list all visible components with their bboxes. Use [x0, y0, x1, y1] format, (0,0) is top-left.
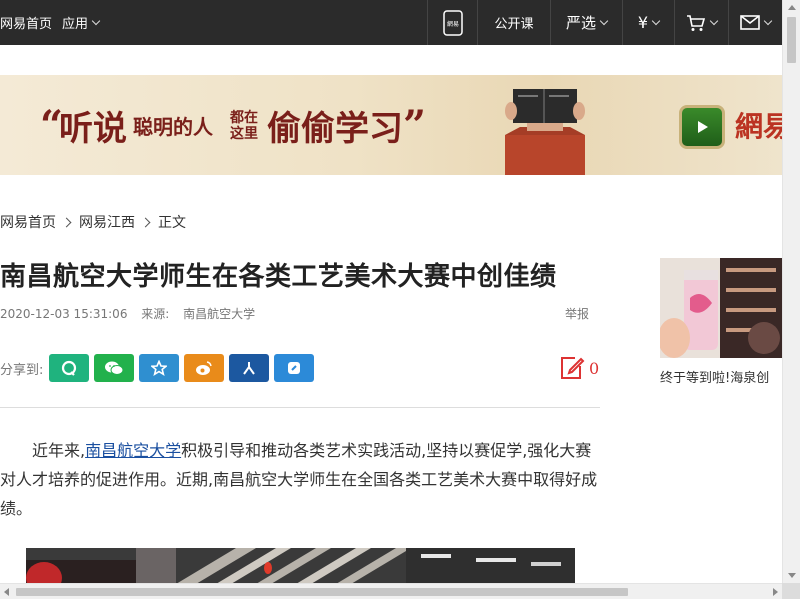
- source-label: 来源:: [141, 307, 170, 321]
- cart-menu[interactable]: [674, 0, 728, 45]
- top-nav-bar: 网易首页 应用 網易 公开课 严选 ¥: [0, 0, 785, 45]
- share-favorite-button[interactable]: [139, 354, 180, 382]
- reading-person-image: [505, 89, 585, 175]
- report-link[interactable]: 举报: [565, 305, 589, 322]
- article-meta: 2020-12-03 15:31:06 来源: 南昌航空大学: [0, 305, 255, 322]
- slogan-word-2: 聪明的人: [133, 115, 214, 139]
- source-name[interactable]: 南昌航空大学: [183, 307, 255, 321]
- close-quote: ”: [403, 102, 426, 149]
- breadcrumb-item-current: 正文: [158, 215, 186, 231]
- article-paragraph: 近年来,南昌航空大学积极引导和推动各类艺术实践活动,坚持以赛促学,强化大赛对人才…: [0, 436, 604, 523]
- share-renren-button[interactable]: [229, 354, 270, 382]
- article-photo: [26, 548, 575, 584]
- side-recommend-image[interactable]: [660, 258, 782, 358]
- ad-banner[interactable]: “ 听说 聪明的人 都在 这里 偷偷学习 ” 網易: [0, 75, 782, 175]
- mobile-app-button[interactable]: 網易: [427, 0, 477, 45]
- chevron-down-icon: [651, 16, 661, 25]
- scroll-right-arrow-icon[interactable]: [773, 588, 778, 596]
- breadcrumb-item-jiangxi[interactable]: 网易江西: [79, 212, 135, 232]
- slogan-tiny-text: 都在 这里: [229, 110, 259, 142]
- app-menu-label: 应用: [62, 17, 89, 32]
- mail-icon: [740, 15, 760, 30]
- banner-brand-text: 網易: [735, 110, 782, 143]
- divider: [0, 407, 600, 408]
- share-label: 分享到:: [0, 362, 44, 378]
- scroll-left-arrow-icon[interactable]: [4, 588, 9, 596]
- slogan-word-3: 偷偷学习: [267, 109, 404, 149]
- banner-slogan: “ 听说 聪明的人 都在 这里 偷偷学习 ”: [40, 101, 426, 150]
- comment-count: 0: [589, 358, 600, 378]
- open-course-menu[interactable]: 公开课: [477, 0, 550, 45]
- wechat-icon: [105, 361, 124, 375]
- yanxuan-label: 严选: [565, 14, 596, 32]
- play-icon: [698, 121, 708, 133]
- comment-button[interactable]: 0: [559, 355, 599, 381]
- scroll-up-arrow-icon[interactable]: [788, 5, 796, 10]
- yixin-icon: [288, 362, 301, 374]
- breadcrumb-item-home[interactable]: 网易首页: [0, 212, 56, 232]
- vertical-scroll-thumb[interactable]: [787, 17, 796, 63]
- chevron-down-icon: [763, 16, 773, 25]
- share-qzone-button[interactable]: [49, 354, 90, 382]
- open-quote: “: [40, 102, 63, 149]
- university-link[interactable]: 南昌航空大学: [85, 441, 181, 460]
- chevron-down-icon: [709, 16, 719, 25]
- payment-menu[interactable]: ¥: [622, 0, 674, 45]
- netease-home-link[interactable]: 网易首页: [0, 13, 52, 32]
- share-bar: 分享到:: [0, 354, 319, 382]
- scroll-down-arrow-icon[interactable]: [788, 573, 796, 578]
- scrollbar-corner: [782, 583, 800, 599]
- weibo-icon: [196, 361, 213, 375]
- page-title: 南昌航空大学师生在各类工艺美术大赛中创佳绩: [0, 262, 557, 292]
- yuan-icon: ¥: [637, 13, 649, 32]
- shopping-cart-icon: [687, 14, 706, 31]
- horizontal-scroll-thumb[interactable]: [16, 588, 628, 596]
- share-yixin-button[interactable]: [274, 354, 315, 382]
- mobile-phone-icon: 網易: [442, 9, 463, 36]
- horizontal-scrollbar[interactable]: [0, 583, 782, 599]
- slogan-tiny-2: 这里: [230, 125, 259, 142]
- slogan-tiny-1: 都在: [230, 109, 259, 126]
- share-weibo-button[interactable]: [184, 354, 225, 382]
- source-info: 来源: 南昌航空大学: [141, 307, 255, 321]
- edit-comment-icon: [561, 357, 585, 379]
- vertical-scrollbar[interactable]: [782, 0, 800, 583]
- yanxuan-menu[interactable]: 严选: [550, 0, 622, 45]
- side-recommend-caption[interactable]: 终于等到啦!海泉创: [660, 367, 782, 386]
- app-menu[interactable]: 应用: [62, 13, 101, 32]
- publish-datetime: 2020-12-03 15:31:06: [0, 307, 128, 321]
- chevron-right-icon: [61, 217, 72, 227]
- chevron-right-icon: [140, 217, 151, 227]
- top-nav-right: 網易 公开课 严选 ¥: [427, 0, 782, 45]
- renren-icon: [243, 362, 256, 375]
- chevron-down-icon: [91, 16, 101, 25]
- share-wechat-button[interactable]: [94, 354, 135, 382]
- mobile-icon-text: 網易: [446, 20, 458, 28]
- open-course-label: 公开课: [494, 17, 534, 32]
- para-prefix: 近年来,: [32, 441, 86, 460]
- netease-edu-logo: [679, 105, 725, 149]
- chevron-down-icon: [599, 16, 609, 25]
- slogan-word-1: 听说: [59, 109, 128, 149]
- breadcrumb: 网易首页 网易江西 正文: [0, 212, 186, 232]
- top-nav-left: 网易首页 应用: [0, 0, 101, 45]
- qzone-icon: [62, 360, 77, 376]
- mail-menu[interactable]: [728, 0, 782, 45]
- star-icon: [151, 360, 168, 376]
